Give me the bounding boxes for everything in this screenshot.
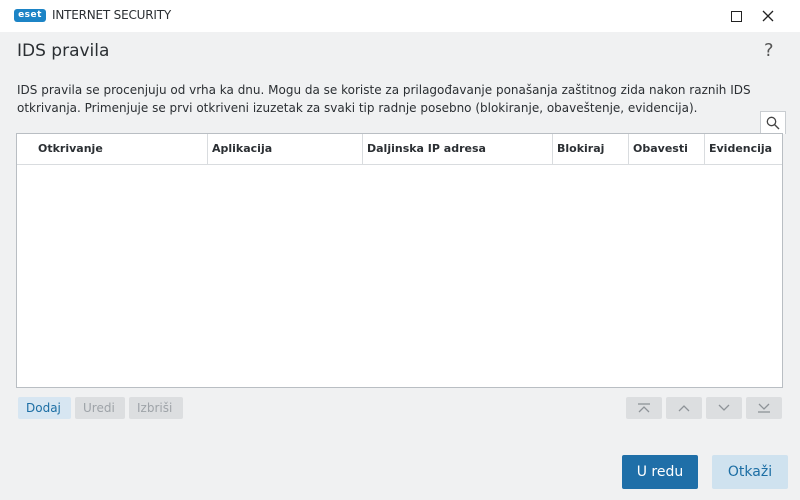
maximize-icon <box>730 10 742 22</box>
close-button[interactable] <box>752 0 784 32</box>
product-name: INTERNET SECURITY <box>52 8 171 22</box>
description-line: otkrivanja. Primenjuje se prvi otkriveni… <box>17 101 698 115</box>
title-bar: eset INTERNET SECURITY <box>0 0 800 32</box>
move-top-icon <box>638 403 650 413</box>
ids-rules-table: Otkrivanje Aplikacija Daljinska IP adres… <box>16 133 783 388</box>
maximize-button[interactable] <box>720 0 752 32</box>
move-up-button[interactable] <box>666 397 702 419</box>
column-header-detection[interactable]: Otkrivanje <box>17 134 208 164</box>
move-bottom-icon <box>758 403 770 413</box>
column-header-log[interactable]: Evidencija <box>705 134 783 164</box>
page-title: IDS pravila <box>17 41 110 61</box>
move-up-icon <box>678 405 690 412</box>
close-icon <box>762 10 774 22</box>
move-bottom-button[interactable] <box>746 397 782 419</box>
edit-button[interactable]: Uredi <box>75 397 125 419</box>
description: IDS pravila se procenjuju od vrha ka dnu… <box>17 81 777 117</box>
delete-button[interactable]: Izbriši <box>129 397 183 419</box>
move-down-button[interactable] <box>706 397 742 419</box>
description-line: IDS pravila se procenjuju od vrha ka dnu… <box>17 83 751 97</box>
move-down-icon <box>718 404 730 411</box>
eset-logo: eset <box>14 9 46 22</box>
column-header-block[interactable]: Blokiraj <box>553 134 629 164</box>
search-button[interactable] <box>760 111 786 134</box>
move-top-button[interactable] <box>626 397 662 419</box>
table-header: Otkrivanje Aplikacija Daljinska IP adres… <box>17 134 782 165</box>
add-button[interactable]: Dodaj <box>18 397 71 419</box>
search-icon <box>766 116 780 130</box>
column-header-remote-ip[interactable]: Daljinska IP adresa <box>363 134 553 164</box>
ok-button[interactable]: U redu <box>622 455 698 489</box>
cancel-button[interactable]: Otkaži <box>712 455 788 489</box>
column-header-notify[interactable]: Obavesti <box>629 134 705 164</box>
help-icon[interactable]: ? <box>764 40 774 61</box>
column-header-application[interactable]: Aplikacija <box>208 134 363 164</box>
